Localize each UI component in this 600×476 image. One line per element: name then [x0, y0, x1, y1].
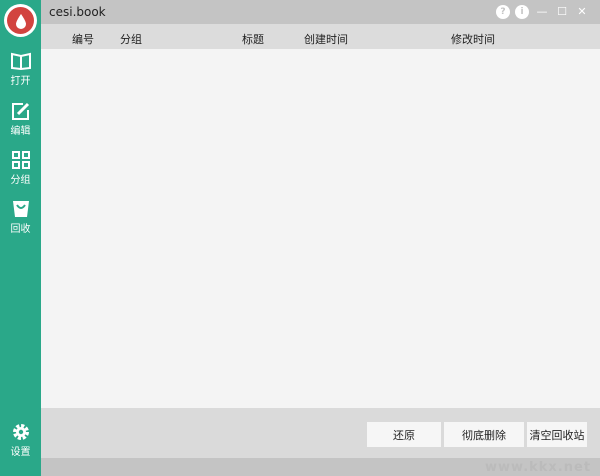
book-open-icon: [10, 52, 31, 70]
delete-forever-button[interactable]: 彻底删除: [444, 422, 524, 447]
drop-icon: [15, 13, 26, 29]
window-title: cesi.book: [49, 5, 106, 19]
grid-icon: [11, 151, 30, 169]
info-icon[interactable]: i: [515, 5, 529, 19]
sidebar: 打开 编辑 分组 回收 设置: [0, 0, 41, 476]
restore-button[interactable]: 还原: [367, 422, 441, 447]
column-header-modified[interactable]: 修改时间: [451, 31, 495, 47]
empty-bin-button[interactable]: 清空回收站: [527, 422, 587, 447]
column-header-id[interactable]: 编号: [72, 31, 94, 47]
minimize-button[interactable]: —: [535, 5, 549, 19]
table-body[interactable]: [41, 49, 600, 408]
maximize-button[interactable]: ☐: [555, 5, 569, 19]
edit-icon: [11, 102, 29, 120]
sidebar-item-group[interactable]: 分组: [0, 151, 41, 186]
sidebar-item-settings[interactable]: 设置: [0, 423, 41, 458]
column-header-group[interactable]: 分组: [120, 31, 142, 47]
sidebar-item-edit[interactable]: 编辑: [0, 102, 41, 137]
column-header-created[interactable]: 创建时间: [304, 31, 348, 47]
sidebar-item-label: 编辑: [10, 126, 31, 137]
recycle-bag-icon: [12, 201, 29, 217]
sidebar-item-label: 设置: [10, 447, 31, 458]
sidebar-item-label: 分组: [10, 175, 31, 186]
watermark: www.kkx.net: [485, 460, 592, 475]
table-header: 编号 分组 标题 创建时间 修改时间: [41, 24, 600, 49]
sidebar-item-label: 打开: [10, 76, 31, 87]
gear-icon: [12, 424, 29, 440]
sidebar-item-recycle[interactable]: 回收: [0, 200, 41, 235]
sidebar-item-open[interactable]: 打开: [0, 52, 41, 87]
help-icon[interactable]: ?: [496, 5, 510, 19]
footer-toolbar: 还原 彻底删除 清空回收站: [41, 408, 600, 458]
sidebar-item-label: 回收: [10, 224, 31, 235]
app-logo: [4, 4, 37, 37]
title-bar: cesi.book ? i — ☐ ✕: [41, 0, 600, 24]
column-header-title[interactable]: 标题: [242, 31, 264, 47]
close-button[interactable]: ✕: [575, 5, 589, 19]
